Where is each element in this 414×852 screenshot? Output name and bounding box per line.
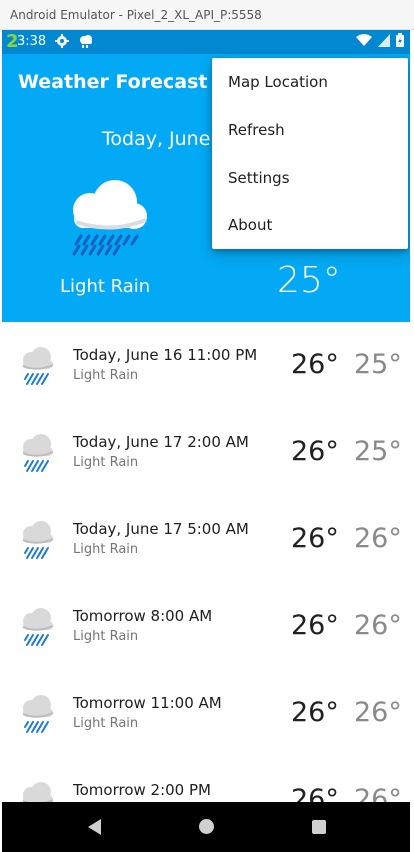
forecast-low-temp: 26° xyxy=(354,610,402,641)
rain-cloud-icon xyxy=(22,521,54,559)
home-icon[interactable] xyxy=(199,819,214,834)
forecast-time: Tomorrow 8:00 AM xyxy=(73,607,213,625)
forecast-condition: Light Rain xyxy=(73,629,139,644)
forecast-time: Today, June 17 5:00 AM xyxy=(73,520,249,538)
forecast-condition: Light Rain xyxy=(73,455,139,470)
forecast-list[interactable]: Today, June 16 11:00 PM Light Rain 26° 2… xyxy=(2,322,410,802)
rain-cloud-icon xyxy=(22,782,54,802)
forecast-low-temp: 25° xyxy=(354,349,402,380)
status-bar: 2 3:38 xyxy=(2,30,410,54)
weather-notification-icon xyxy=(80,35,92,48)
battery-icon xyxy=(396,33,404,47)
recent-apps-icon[interactable] xyxy=(312,820,326,834)
rain-cloud-icon xyxy=(22,434,54,472)
forecast-time: Tomorrow 11:00 AM xyxy=(73,694,222,712)
forecast-high-temp: 26° xyxy=(291,610,339,641)
app-title: Weather Forecast xyxy=(18,71,208,93)
forecast-high-temp: 26° xyxy=(291,784,339,802)
forecast-row[interactable]: Tomorrow 2:00 PM Light Rain 26° 26° xyxy=(2,757,410,802)
rain-cloud-icon xyxy=(22,347,54,385)
forecast-condition: Light Rain xyxy=(73,542,139,557)
current-date: Today, June xyxy=(102,128,211,150)
navigation-bar xyxy=(2,802,410,852)
forecast-row[interactable]: Today, June 17 2:00 AM Light Rain 26° 25… xyxy=(2,409,410,496)
forecast-low-temp: 26° xyxy=(354,697,402,728)
forecast-high-temp: 26° xyxy=(291,697,339,728)
forecast-row[interactable]: Tomorrow 8:00 AM Light Rain 26° 26° xyxy=(2,583,410,670)
forecast-condition: Light Rain xyxy=(73,368,139,383)
forecast-high-temp: 26° xyxy=(291,523,339,554)
rain-cloud-icon xyxy=(22,695,54,733)
menu-item-settings[interactable]: Settings xyxy=(212,154,408,202)
emulator-title-bar: Android Emulator - Pixel_2_XL_API_P:5558 xyxy=(0,0,414,30)
forecast-row[interactable]: Today, June 17 5:00 AM Light Rain 26° 26… xyxy=(2,496,410,583)
wifi-icon xyxy=(356,34,372,46)
menu-item-about[interactable]: About xyxy=(212,201,408,249)
forecast-row[interactable]: Tomorrow 11:00 AM Light Rain 26° 26° xyxy=(2,670,410,757)
forecast-time: Tomorrow 2:00 PM xyxy=(73,781,211,799)
phone-screen: 2 3:38 Weather Forecast Today, June Ligh… xyxy=(2,30,410,852)
rain-cloud-icon xyxy=(72,180,147,256)
forecast-low-temp: 26° xyxy=(354,784,402,802)
current-temperature: 25° xyxy=(277,260,341,301)
forecast-row[interactable]: Today, June 16 11:00 PM Light Rain 26° 2… xyxy=(2,322,410,409)
forecast-condition: Light Rain xyxy=(73,716,139,731)
gear-icon xyxy=(55,34,69,48)
forecast-time: Today, June 16 11:00 PM xyxy=(73,346,258,364)
overflow-menu: Map Location Refresh Settings About xyxy=(212,58,408,249)
forecast-low-temp: 26° xyxy=(354,523,402,554)
current-condition: Light Rain xyxy=(60,276,151,297)
status-time: 3:38 xyxy=(17,34,47,49)
rain-cloud-icon xyxy=(22,608,54,646)
forecast-high-temp: 26° xyxy=(291,349,339,380)
menu-item-map-location[interactable]: Map Location xyxy=(212,58,408,106)
forecast-time: Today, June 17 2:00 AM xyxy=(73,433,249,451)
cell-signal-icon xyxy=(378,33,390,47)
back-icon[interactable] xyxy=(86,818,102,836)
forecast-high-temp: 26° xyxy=(291,436,339,467)
menu-item-refresh[interactable]: Refresh xyxy=(212,106,408,154)
emulator-title: Android Emulator - Pixel_2_XL_API_P:5558 xyxy=(10,8,262,22)
forecast-low-temp: 25° xyxy=(354,436,402,467)
